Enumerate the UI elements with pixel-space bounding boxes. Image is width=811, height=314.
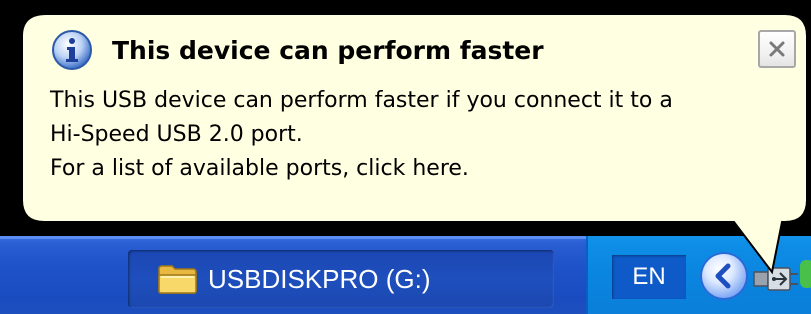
usb-device-icon[interactable] <box>752 252 800 300</box>
balloon-close-button[interactable] <box>758 30 796 68</box>
language-indicator[interactable]: EN <box>612 255 686 299</box>
info-icon <box>50 28 94 72</box>
close-icon <box>769 41 785 57</box>
taskbar-window-button[interactable]: USBDISKPRO (G:) <box>128 250 554 308</box>
chevron-left-icon <box>715 263 731 289</box>
balloon-message-line: Hi-Speed USB 2.0 port. <box>50 122 303 147</box>
balloon-message[interactable]: This USB device can perform faster if yo… <box>50 84 780 186</box>
notification-balloon[interactable]: This device can perform faster This USB … <box>22 14 807 224</box>
folder-icon <box>158 264 198 294</box>
tray-overflow-icon <box>800 260 811 288</box>
balloon-click-here-line[interactable]: For a list of available ports, click her… <box>50 152 780 186</box>
taskbar-window-label: USBDISKPRO (G:) <box>208 263 431 294</box>
balloon-message-line: This USB device can perform faster if yo… <box>50 88 673 113</box>
balloon-title: This device can perform faster <box>112 36 544 65</box>
desktop-screen: USBDISKPRO (G:) EN This device can perfo… <box>0 0 811 314</box>
show-hidden-icons-button[interactable] <box>702 254 746 298</box>
